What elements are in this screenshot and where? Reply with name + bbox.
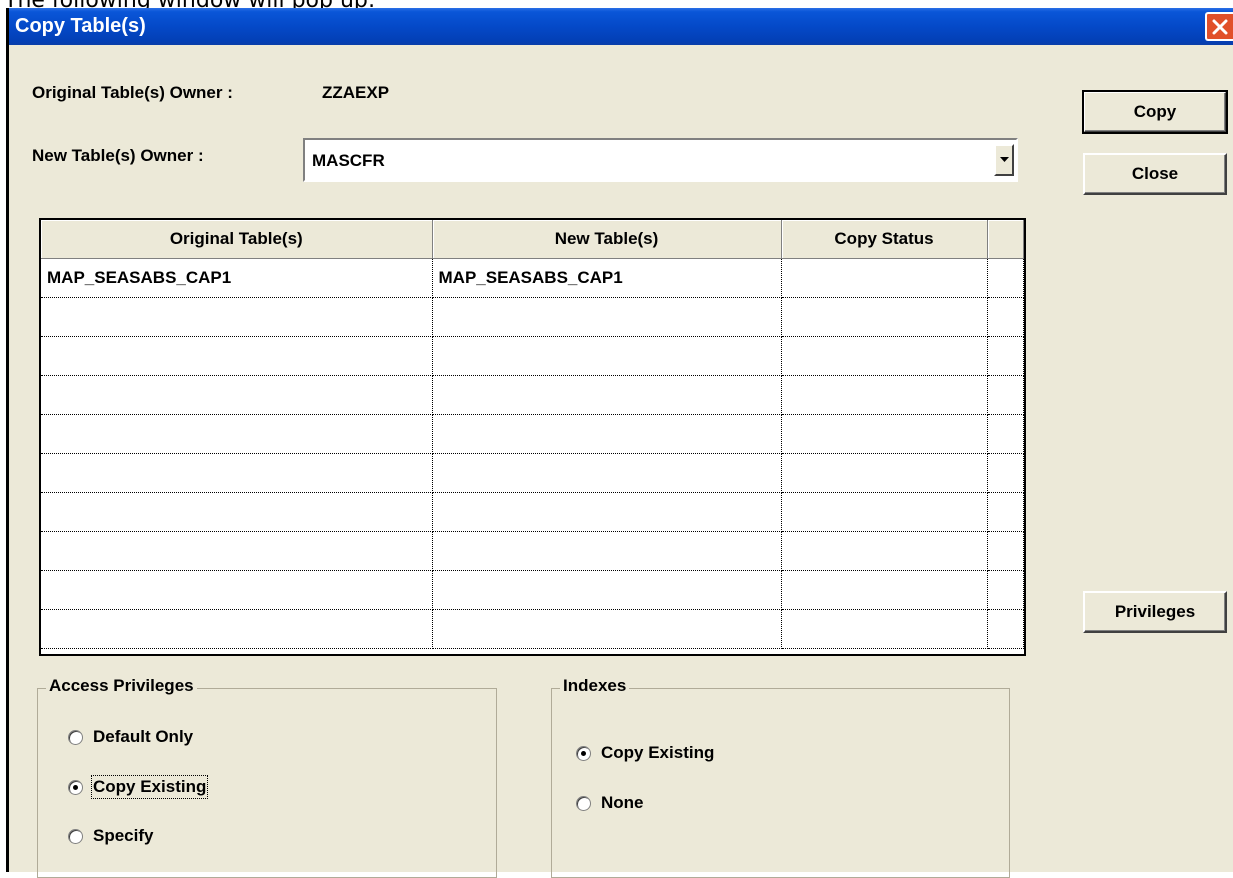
table-row[interactable] — [41, 297, 1024, 337]
new-owner-label: New Table(s) Owner : — [32, 146, 204, 165]
original-owner-label: Original Table(s) Owner : — [32, 83, 233, 102]
cell-status — [781, 258, 988, 298]
copy-tables-dialog: Copy Table(s) Original Table(s) Owner : … — [6, 8, 1233, 878]
radio-icon — [68, 729, 83, 745]
cell-new[interactable] — [432, 336, 782, 376]
cell-status — [781, 492, 988, 532]
window-title: Copy Table(s) — [15, 15, 146, 37]
column-header-status[interactable]: Copy Status — [781, 220, 988, 259]
radio-icon — [68, 828, 83, 844]
new-owner-combobox[interactable]: MASCFR — [303, 138, 1018, 182]
cell-original[interactable]: MAP_SEASABS_CAP1 — [41, 258, 433, 298]
access-privileges-group: Access Privileges Default Only Copy Exis… — [37, 676, 497, 878]
radio-label: Copy Existing — [601, 743, 715, 762]
title-bar[interactable]: Copy Table(s) — [9, 8, 1233, 45]
cell-original[interactable] — [41, 570, 433, 610]
cell-original[interactable] — [41, 609, 433, 649]
cell-new[interactable] — [432, 492, 782, 532]
cell-status — [781, 453, 988, 493]
cell-new[interactable] — [432, 414, 782, 454]
table-row[interactable] — [41, 414, 1024, 454]
cell-new[interactable] — [432, 297, 782, 337]
table-row[interactable] — [41, 336, 1024, 376]
radio-copy-existing-indexes[interactable]: Copy Existing — [576, 743, 714, 763]
cell-original[interactable] — [41, 336, 433, 376]
radio-label: None — [601, 793, 644, 812]
access-privileges-title: Access Privileges — [46, 676, 197, 696]
indexes-title: Indexes — [560, 676, 630, 696]
cell-new[interactable]: MAP_SEASABS_CAP1 — [432, 258, 782, 298]
table-row[interactable] — [41, 570, 1024, 610]
cell-original[interactable] — [41, 492, 433, 532]
cell-original[interactable] — [41, 297, 433, 337]
close-window-button[interactable] — [1205, 12, 1233, 41]
radio-label: Copy Existing — [90, 775, 209, 799]
radio-none[interactable]: None — [576, 793, 644, 813]
close-icon — [1212, 19, 1228, 34]
indexes-group: Indexes Copy Existing None — [551, 676, 1010, 878]
cell-new[interactable] — [432, 531, 782, 571]
cell-status — [781, 570, 988, 610]
cell-status — [781, 609, 988, 649]
column-header-filler — [987, 220, 1024, 259]
tables-grid[interactable]: Original Table(s) New Table(s) Copy Stat… — [39, 218, 1026, 656]
close-button[interactable]: Close — [1083, 153, 1227, 195]
table-row[interactable] — [41, 375, 1024, 415]
radio-label: Default Only — [93, 727, 194, 746]
cell-status — [781, 297, 988, 337]
cell-new[interactable] — [432, 453, 782, 493]
new-owner-value: MASCFR — [312, 151, 385, 170]
column-header-new[interactable]: New Table(s) — [432, 220, 782, 259]
table-row[interactable] — [41, 609, 1024, 649]
table-row[interactable] — [41, 531, 1024, 571]
table-row[interactable] — [41, 492, 1024, 532]
cell-new[interactable] — [432, 375, 782, 415]
cell-status — [781, 375, 988, 415]
radio-default-only[interactable]: Default Only — [68, 727, 193, 747]
cell-status — [781, 414, 988, 454]
cell-original[interactable] — [41, 375, 433, 415]
table-row[interactable]: MAP_SEASABS_CAP1 MAP_SEASABS_CAP1 — [41, 258, 1024, 298]
cell-original[interactable] — [41, 531, 433, 571]
radio-copy-existing-privileges[interactable]: Copy Existing — [68, 775, 209, 799]
tables-table: Original Table(s) New Table(s) Copy Stat… — [41, 220, 1024, 649]
radio-selected-icon — [576, 745, 591, 761]
cell-original[interactable] — [41, 453, 433, 493]
original-owner-value: ZZAEXP — [322, 83, 390, 102]
privileges-button[interactable]: Privileges — [1083, 591, 1227, 633]
chevron-down-icon — [999, 157, 1009, 162]
cell-original[interactable] — [41, 414, 433, 454]
radio-icon — [576, 795, 591, 811]
dropdown-button[interactable] — [994, 144, 1014, 176]
radio-label: Specify — [93, 826, 154, 845]
cell-status — [781, 531, 988, 571]
cell-status — [781, 336, 988, 376]
column-header-original[interactable]: Original Table(s) — [41, 220, 433, 259]
radio-specify[interactable]: Specify — [68, 826, 153, 846]
table-row[interactable] — [41, 453, 1024, 493]
copy-button[interactable]: Copy — [1082, 90, 1228, 134]
cell-new[interactable] — [432, 609, 782, 649]
cell-new[interactable] — [432, 570, 782, 610]
radio-selected-icon — [68, 779, 83, 795]
